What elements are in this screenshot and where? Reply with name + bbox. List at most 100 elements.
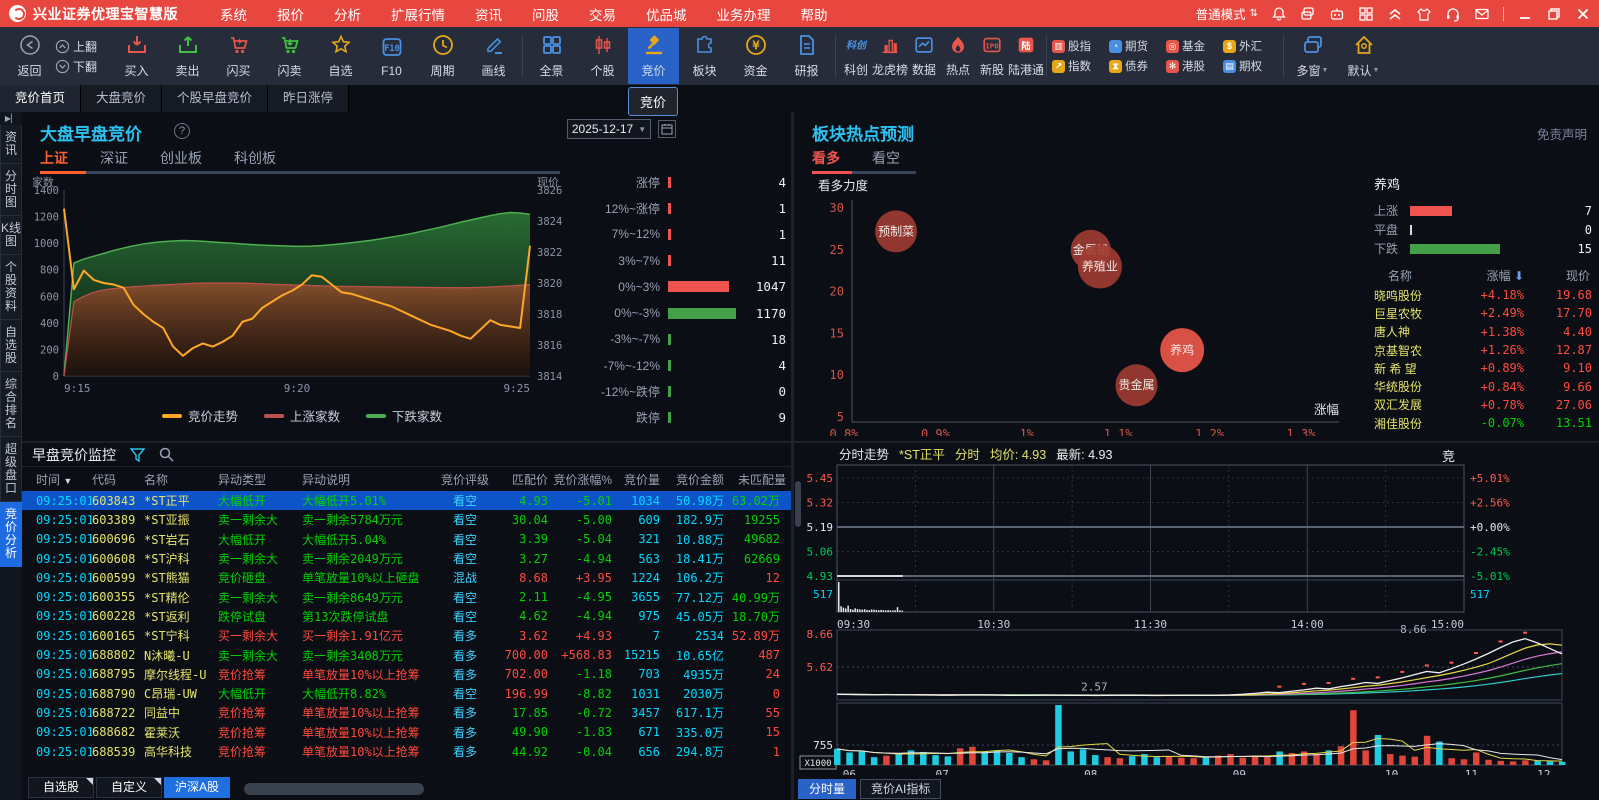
sidebar-item-资讯[interactable]: 资讯: [0, 125, 22, 164]
menu-item-交易[interactable]: 交易: [589, 4, 616, 24]
toolbar-item-买入[interactable]: 买入: [111, 28, 162, 84]
menu-item-业务办理[interactable]: 业务办理: [717, 4, 771, 24]
column-header-竞价评级[interactable]: 竞价评级: [438, 471, 492, 488]
toolbar-item-期货[interactable]: ◔期货: [1109, 38, 1164, 54]
table-row[interactable]: 09:25:01688722同益中竞价抢筹单笔放量10%以上抢筹看多17.85-…: [22, 703, 791, 722]
tab-个股早盘竞价[interactable]: 个股早盘竞价: [162, 85, 268, 112]
robot-icon[interactable]: [1329, 6, 1345, 22]
column-header-竞价涨幅%[interactable]: 竞价涨幅%: [548, 471, 612, 488]
toolbar-item-债券[interactable]: ⧗债券: [1109, 58, 1164, 74]
sidebar-item-分时图[interactable]: 分时图: [0, 164, 22, 216]
toolbar-item-F10[interactable]: F10F10: [366, 28, 417, 84]
toolbar-item-下翻[interactable]: 下翻: [55, 58, 111, 75]
table-row[interactable]: 09:25:01600228*ST返利跌停试盘第13次跌停试盘看空4.62-4.…: [22, 607, 791, 626]
bell-icon[interactable]: [1271, 6, 1287, 22]
table-row[interactable]: 09:25:01688802N沐曦-U卖一剩余大卖一剩余3408万元看多700.…: [22, 645, 791, 664]
table-row[interactable]: 09:25:01603389*ST亚振卖一剩余大卖一剩余5784万元看空30.0…: [22, 510, 791, 529]
col-chg[interactable]: 涨幅 ⬇: [1456, 267, 1524, 284]
menu-item-问股[interactable]: 问股: [532, 4, 559, 24]
column-header-时间[interactable]: 时间 ▼: [22, 471, 92, 488]
toolbar-item-多窗[interactable]: 多窗▼: [1287, 28, 1338, 84]
stock-row[interactable]: 京基智农+1.26%12.87: [1374, 341, 1592, 359]
column-header-未匹配量[interactable]: 未匹配量: [724, 471, 786, 488]
close-icon[interactable]: [1575, 6, 1591, 22]
intraday-tab-竞价AI指标[interactable]: 竞价AI指标: [860, 779, 941, 799]
column-header-异动类型[interactable]: 异动类型: [218, 471, 302, 488]
mail-icon[interactable]: [1474, 6, 1490, 22]
bottom-tab-自选股[interactable]: 自选股: [28, 777, 94, 798]
toolbar-item-基金[interactable]: ◎基金: [1166, 38, 1221, 54]
filter-icon[interactable]: [130, 448, 145, 462]
menu-item-分析[interactable]: 分析: [334, 4, 361, 24]
table-row[interactable]: 09:25:01688795摩尔线程-U竞价抢筹单笔放量10%以上抢筹看多702…: [22, 665, 791, 684]
stock-row[interactable]: 双汇发展+0.78%27.06: [1374, 396, 1592, 414]
toolbar-item-港股[interactable]: ✻港股: [1166, 58, 1221, 74]
toolbar-item-新股[interactable]: IPO新股: [975, 28, 1009, 84]
toolbar-item-期权[interactable]: ▤期权: [1223, 58, 1278, 74]
toolbar-item-返回[interactable]: 返回: [4, 28, 55, 84]
toolbar-item-竞价[interactable]: 竞价: [628, 28, 679, 84]
table-row[interactable]: 09:25:01688682霍莱沃竞价抢筹单笔放量10%以上抢筹看多49.90-…: [22, 723, 791, 742]
stock-row[interactable]: 新 希 望+0.89%9.10: [1374, 359, 1592, 377]
grid-icon[interactable]: [1358, 6, 1374, 22]
table-row[interactable]: 09:25:01600608*ST沪科卖一剩余大卖一剩余2049万元看空3.27…: [22, 549, 791, 568]
toolbar-item-研报[interactable]: 研报: [781, 28, 832, 84]
shirt-icon[interactable]: [1416, 6, 1432, 22]
sidebar-item-自选股[interactable]: 自选股: [0, 320, 22, 372]
stock-row[interactable]: 湘佳股份-0.07%13.51: [1374, 414, 1592, 432]
stock-row[interactable]: 晓鸣股份+4.18%19.68: [1374, 286, 1592, 304]
menu-item-资讯[interactable]: 资讯: [475, 4, 502, 24]
sidebar-item-竞价分析[interactable]: 竞价分析: [0, 502, 22, 567]
toolbar-item-卖出[interactable]: 卖出: [162, 28, 213, 84]
sidebar-item-个股资料[interactable]: 个股资料: [0, 255, 22, 320]
toolbar-item-闪买[interactable]: 闪买: [213, 28, 264, 84]
sidebar-item-超级盘口[interactable]: 超级盘口: [0, 437, 22, 502]
menu-item-扩展行情[interactable]: 扩展行情: [391, 4, 445, 24]
disclaimer-link[interactable]: 免责声明: [1537, 124, 1587, 143]
toolbar-item-板块[interactable]: 板块: [679, 28, 730, 84]
column-header-代码[interactable]: 代码: [92, 471, 144, 488]
table-row[interactable]: 09:25:01603843*ST正平大幅低开大幅低开5.01%看空4.93-5…: [22, 491, 791, 510]
tab-昨日涨停[interactable]: 昨日涨停: [268, 85, 349, 112]
sidebar-expand-icon[interactable]: ▶▏: [0, 112, 22, 125]
intraday-tab-分时量[interactable]: 分时量: [798, 779, 856, 799]
bottom-tab-自定义[interactable]: 自定义: [96, 777, 162, 798]
toolbar-item-指数[interactable]: ↗指数: [1052, 58, 1107, 74]
menu-item-系统[interactable]: 系统: [220, 4, 247, 24]
toolbar-item-闪卖[interactable]: 闪卖: [264, 28, 315, 84]
column-header-匹配价[interactable]: 匹配价: [492, 471, 548, 488]
search-icon[interactable]: [159, 447, 174, 462]
column-header-竞价量[interactable]: 竞价量: [612, 471, 660, 488]
toolbar-item-数据[interactable]: 数据: [907, 28, 941, 84]
column-header-异动说明[interactable]: 异动说明: [302, 471, 438, 488]
chevrons-up-icon[interactable]: [1387, 6, 1403, 22]
table-row[interactable]: 09:25:01688539高华科技竞价抢筹单笔放量10%以上抢筹看多44.92…: [22, 742, 791, 761]
sidebar-item-K线图[interactable]: K线图: [0, 216, 22, 255]
sidebar-item-综合排名[interactable]: 综合排名: [0, 372, 22, 437]
table-row[interactable]: 09:25:01688790C昂瑞-UW大幅低开大幅低开8.82%看空196.9…: [22, 684, 791, 703]
toolbar-item-陆港通[interactable]: 陆陆港通: [1009, 28, 1043, 84]
help-icon[interactable]: ?: [174, 123, 190, 139]
menu-item-优品城[interactable]: 优品城: [646, 4, 687, 24]
toolbar-item-个股[interactable]: 个股: [577, 28, 628, 84]
menu-item-报价[interactable]: 报价: [277, 4, 304, 24]
column-header-竞价金额[interactable]: 竞价金额: [660, 471, 724, 488]
toolbar-item-资金[interactable]: ¥资金: [730, 28, 781, 84]
windows-icon[interactable]: [1300, 6, 1316, 22]
restore-icon[interactable]: [1546, 6, 1562, 22]
toolbar-item-热点[interactable]: 热点: [941, 28, 975, 84]
table-row[interactable]: 09:25:01600599*ST熊猫竞价砸盘单笔放量10%以上砸盘混战8.68…: [22, 568, 791, 587]
stock-row[interactable]: 华统股份+0.84%9.66: [1374, 377, 1592, 395]
stock-row[interactable]: 巨星农牧+2.49%17.70: [1374, 304, 1592, 322]
toolbar-item-上翻[interactable]: 上翻: [55, 38, 111, 55]
toolbar-item-外汇[interactable]: $外汇: [1223, 38, 1278, 54]
toolbar-item-画线[interactable]: 画线: [468, 28, 519, 84]
toolbar-item-科创[interactable]: 科创科创: [839, 28, 873, 84]
toolbar-item-龙虎榜[interactable]: 龙虎榜: [873, 28, 907, 84]
horizontal-scrollbar[interactable]: [244, 783, 424, 795]
calendar-icon[interactable]: [658, 120, 676, 138]
tab-竞价首页[interactable]: 竞价首页: [0, 85, 81, 112]
column-header-名称[interactable]: 名称: [144, 471, 218, 488]
table-row[interactable]: 09:25:01600165*ST宁科买一剩余大买一剩余1.91亿元看多3.62…: [22, 626, 791, 645]
table-row[interactable]: 09:25:01600696*ST岩石大幅低开大幅低开5.04%看空3.39-5…: [22, 530, 791, 549]
